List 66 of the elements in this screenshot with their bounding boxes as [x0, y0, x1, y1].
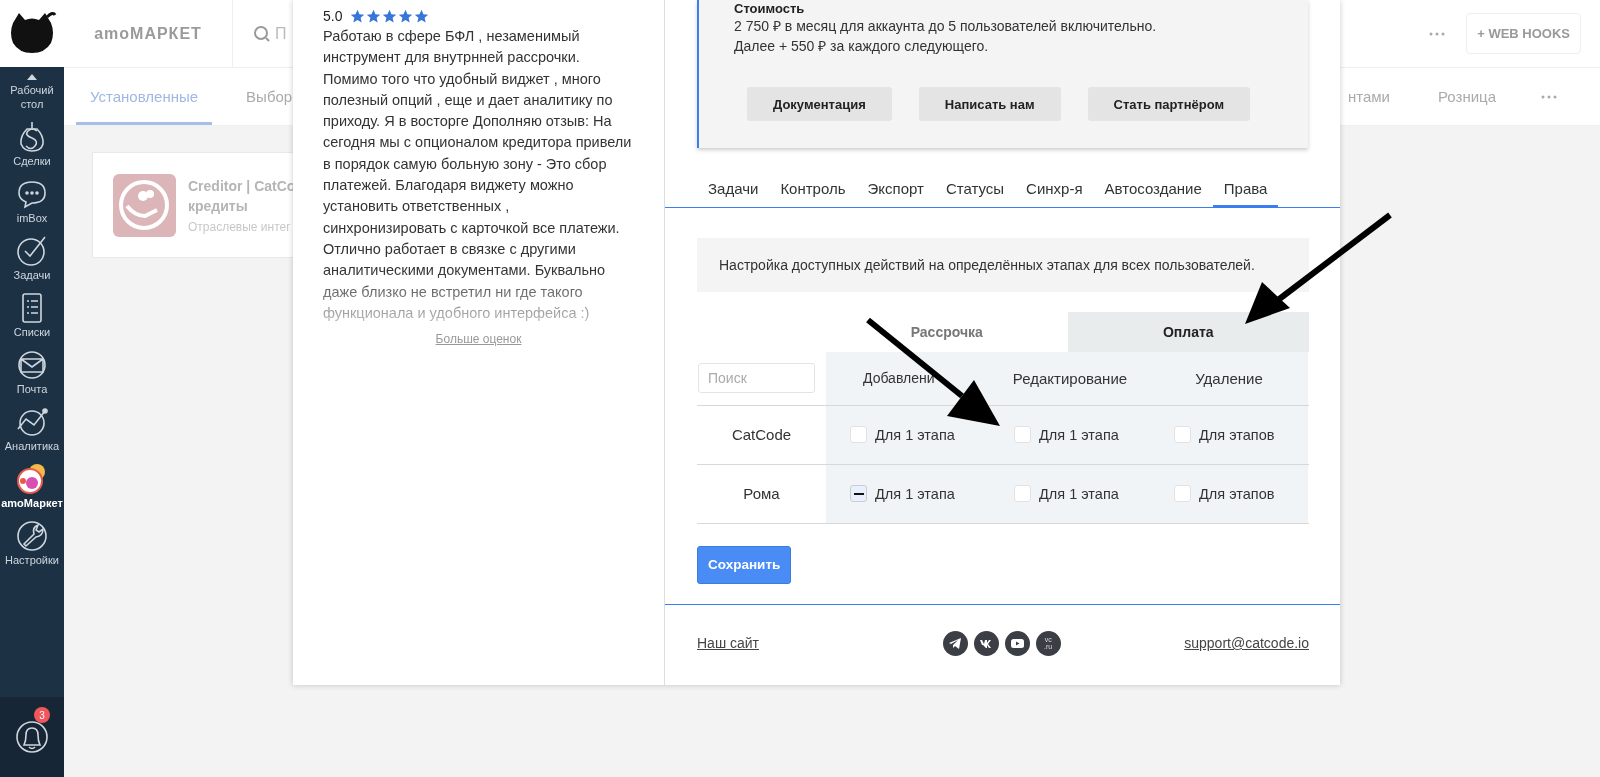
user-name: CatCode — [731, 426, 792, 443]
search-icon — [253, 24, 271, 43]
social-icon[interactable] — [973, 630, 999, 656]
checkbox-label: Для 1 этапа — [875, 426, 955, 443]
star-icon — [382, 8, 398, 24]
checkbox-label: Для 1 этапа — [1039, 426, 1119, 443]
star-icon — [350, 8, 366, 24]
checkbox-label: Для 1 этапа — [1039, 485, 1119, 502]
column-header: Удаление — [1195, 369, 1263, 387]
tab[interactable]: Экспорт — [856, 180, 935, 208]
paper-plane-icon[interactable] — [942, 630, 968, 656]
tab[interactable]: Синхр-я — [1015, 180, 1094, 208]
star-icon — [366, 8, 382, 24]
column-header: Добавлени — [863, 370, 935, 386]
rating-value: 5.0 — [323, 8, 343, 24]
checkbox-label: Для этапов — [1199, 485, 1275, 502]
checkbox-label: Для 1 этапа — [875, 485, 955, 502]
tab[interactable]: Задачи — [697, 180, 770, 208]
checkbox[interactable] — [1014, 485, 1031, 502]
tab[interactable]: Статусы — [934, 180, 1016, 208]
user-name: Рома — [743, 485, 780, 502]
site-link[interactable]: Наш сайт — [697, 635, 760, 651]
checkbox[interactable] — [1174, 485, 1191, 502]
mail-icon — [15, 348, 49, 382]
star-icon — [414, 8, 430, 24]
checkbox[interactable] — [850, 426, 867, 443]
sidebar-item[interactable]: Настройки — [0, 516, 64, 573]
link-button[interactable]: Написать нам — [918, 87, 1061, 121]
caret-up-icon[interactable] — [27, 74, 37, 80]
bell-icon — [15, 719, 49, 755]
pricing-text: 2 750 ₽ в месяц для аккаунта до 5 пользователей включительно. — [734, 17, 1158, 36]
pricing-text: Далее + 550 ₽ за каждого следующего. — [734, 37, 990, 56]
sidebar-item[interactable]: Списки — [0, 288, 64, 345]
checkbox-label: Для этапов — [1199, 426, 1275, 443]
link-button[interactable]: Стать партнёром — [1087, 87, 1251, 121]
info-box: Настройка доступных действий на определённых этапах для всех пользователей. — [697, 237, 1309, 292]
page-title: amoМАРКЕТ — [64, 0, 233, 67]
tab[interactable]: Права — [1212, 180, 1279, 208]
sidebar-item[interactable]: amoМаркет — [0, 459, 64, 516]
subtab[interactable]: Рассрочка — [826, 311, 1068, 352]
tab[interactable]: Автосоздание — [1093, 180, 1213, 208]
sidebar-item[interactable]: Аналитика — [0, 402, 64, 459]
pricing-heading: Стоимость — [734, 1, 806, 16]
sidebar-item[interactable]: Рабочий стол — [0, 80, 64, 117]
subtab[interactable]: Оплата — [1067, 311, 1309, 352]
settings-icon — [15, 519, 49, 553]
more-icon[interactable] — [1540, 93, 1558, 100]
email-link[interactable]: support@catcode.io — [1184, 635, 1309, 651]
sidebar-item[interactable]: Сделки — [0, 117, 64, 174]
analytics-icon — [15, 405, 49, 439]
widget-title: кредиты — [188, 197, 249, 216]
notification-badge: 3 — [34, 707, 50, 723]
tab[interactable]: Контроль — [769, 180, 857, 208]
checkbox[interactable] — [1014, 426, 1031, 443]
sidebar-item[interactable]: Задачи — [0, 231, 64, 288]
play-icon[interactable] — [1004, 630, 1030, 656]
search-field[interactable]: Поиск — [698, 363, 815, 393]
checkbox[interactable] — [850, 485, 867, 502]
sidebar-item[interactable]: Почта — [0, 345, 64, 402]
tasks-icon — [15, 234, 49, 268]
link-button[interactable]: Документация — [747, 87, 892, 121]
column-header: Редактирование — [1012, 369, 1128, 387]
sidebar-item[interactable]: imBox — [0, 174, 64, 231]
more-icon[interactable] — [1428, 30, 1447, 37]
checkbox[interactable] — [1174, 426, 1191, 443]
star-icon — [398, 8, 414, 24]
